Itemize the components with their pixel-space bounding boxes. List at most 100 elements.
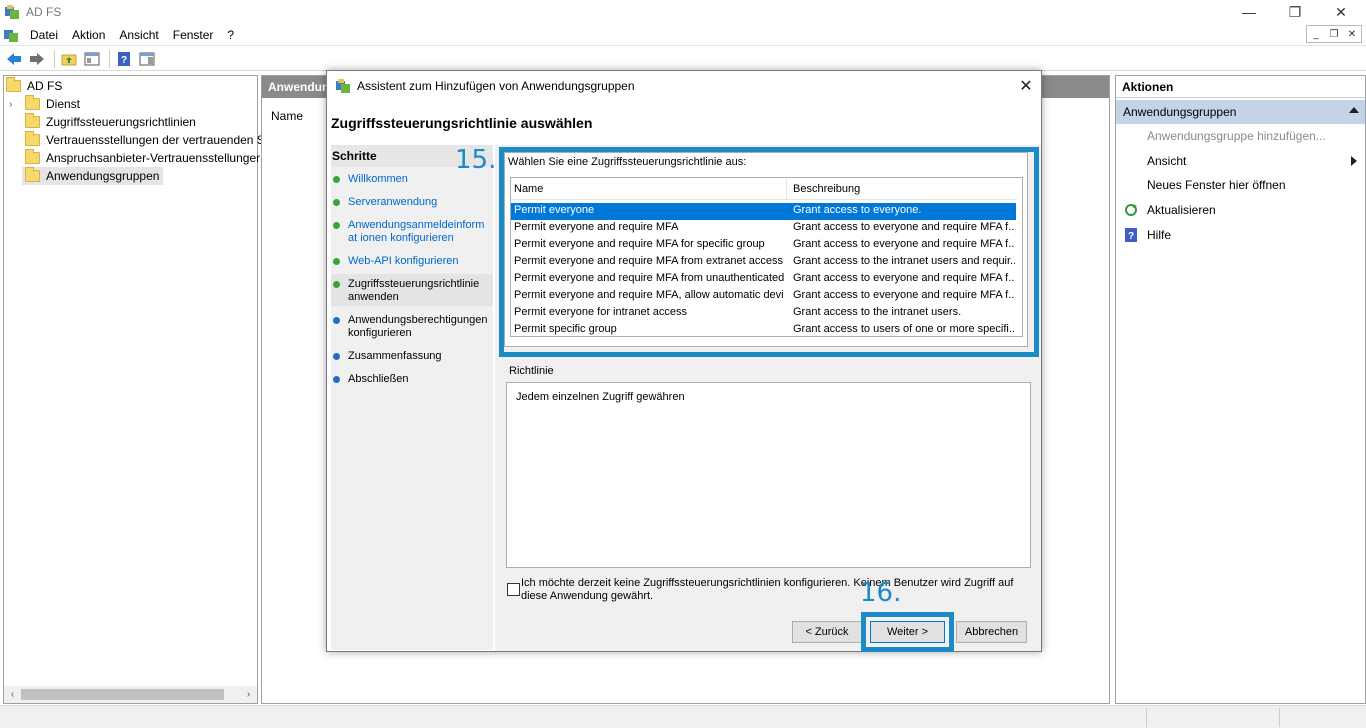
action-ansicht[interactable]: Ansicht — [1116, 150, 1365, 172]
richtlinie-label: Richtlinie — [509, 365, 554, 377]
menu-bar: Datei Aktion Ansicht Fenster ? — [0, 24, 1366, 46]
step-abschliessen: Abschließen — [331, 373, 493, 386]
annotation-step-15: 15. — [455, 145, 497, 175]
policy-list[interactable]: Name Beschreibung Permit everyone Grant … — [510, 177, 1023, 337]
mdi-close-button[interactable]: ✕ — [1343, 26, 1361, 42]
policy-row[interactable]: Permit everyone Grant access to everyone… — [511, 203, 1016, 220]
folder-icon — [25, 167, 40, 182]
richtlinie-text: Jedem einzelnen Zugriff gewähren — [516, 391, 685, 403]
folder-up-icon — [61, 54, 77, 65]
policy-selection-group: Wählen Sie eine Zugriffssteuerungsrichtl… — [504, 152, 1028, 347]
step-current-dot — [333, 281, 340, 288]
mdi-minimize-button[interactable]: _ — [1307, 26, 1325, 42]
chevron-right-icon[interactable]: › — [9, 99, 21, 110]
mmc-console-icon — [4, 29, 18, 42]
actions-pane: Aktionen Anwendungsgruppen Anwendungsgru… — [1115, 75, 1366, 704]
step-done-dot — [333, 176, 340, 183]
tree-item-dienst[interactable]: › Dienst — [9, 95, 80, 113]
annotation-step-16: 16. — [860, 578, 902, 608]
up-level-button[interactable] — [59, 49, 79, 69]
step-anwendungsanmeldeinformationen[interactable]: Anwendungsanmeldeinformat ionen konfigur… — [331, 219, 493, 245]
policy-select-label: Wählen Sie eine Zugriffssteuerungsrichtl… — [508, 156, 747, 168]
scroll-right-icon[interactable]: › — [240, 686, 257, 703]
help-icon: ? — [1125, 228, 1137, 242]
minimize-button[interactable]: — — [1226, 0, 1272, 24]
dialog-close-button[interactable]: ✕ — [1015, 75, 1037, 97]
menu-ansicht[interactable]: Ansicht — [112, 28, 165, 42]
column-header-name[interactable]: Name — [511, 178, 787, 200]
policy-row[interactable]: Permit everyone and require MFA for spec… — [511, 237, 1016, 254]
policy-row[interactable]: Permit everyone for intranet access Gran… — [511, 305, 1016, 322]
status-bar — [0, 705, 1366, 728]
dialog-title: Assistent zum Hinzufügen von Anwendungsg… — [357, 79, 635, 93]
step-serveranwendung[interactable]: Serveranwendung — [331, 196, 493, 209]
action-hilfe[interactable]: ? Hilfe — [1116, 224, 1365, 246]
column-header-beschreibung[interactable]: Beschreibung — [787, 178, 1017, 200]
show-hide-action-pane-button[interactable] — [137, 49, 157, 69]
tree-item-vertrauensstellungen[interactable]: Vertrauensstellungen der vertrauenden S — [25, 131, 265, 149]
actions-header: Aktionen — [1116, 76, 1365, 98]
back-button[interactable] — [4, 49, 24, 69]
no-policy-checkbox[interactable] — [507, 583, 520, 596]
show-hide-tree-button[interactable] — [82, 49, 102, 69]
help-button[interactable]: ? — [114, 49, 134, 69]
policy-row[interactable]: Permit everyone and require MFA from una… — [511, 271, 1016, 288]
title-bar: AD FS — [0, 0, 1366, 24]
tree-horizontal-scrollbar[interactable]: ‹ › — [4, 686, 257, 703]
wizard-icon — [336, 79, 350, 93]
action-new-window[interactable]: Neues Fenster hier öffnen — [1116, 174, 1365, 196]
scroll-left-icon[interactable]: ‹ — [4, 686, 21, 703]
tree-root-adfs[interactable]: AD FS — [6, 77, 62, 95]
step-pending-dot — [333, 376, 340, 383]
policy-row[interactable]: Permit everyone and require MFA, allow a… — [511, 288, 1016, 305]
folder-icon — [25, 95, 40, 110]
close-button[interactable]: ✕ — [1318, 0, 1364, 24]
step-zugriffssteuerungsrichtlinie-current[interactable]: Zugriffssteuerungsrichtlinie anwenden — [331, 274, 493, 306]
forward-button[interactable] — [27, 49, 47, 69]
add-application-group-wizard: Assistent zum Hinzufügen von Anwendungsg… — [326, 70, 1042, 652]
step-web-api[interactable]: Web-API konfigurieren — [331, 255, 493, 268]
restore-button[interactable]: ❐ — [1272, 0, 1318, 24]
dialog-title-bar: Assistent zum Hinzufügen von Anwendungsg… — [327, 71, 1041, 101]
back-arrow-icon — [7, 52, 21, 65]
tree-item-anwendungsgruppen[interactable]: Anwendungsgruppen — [22, 167, 164, 185]
status-divider — [1279, 708, 1280, 727]
menu-datei[interactable]: Datei — [23, 28, 65, 42]
menu-aktion[interactable]: Aktion — [65, 28, 112, 42]
step-anwendungsberechtigungen: Anwendungsberechtigungen konfigurieren — [331, 314, 493, 340]
submenu-arrow-icon — [1351, 156, 1357, 166]
mdi-window-controls: _ ❐ ✕ — [1306, 25, 1362, 43]
name-column-header[interactable]: Name — [271, 109, 303, 123]
step-done-dot — [333, 199, 340, 206]
actions-section-anwendungsgruppen[interactable]: Anwendungsgruppen — [1116, 100, 1365, 124]
svg-text:?: ? — [1128, 231, 1134, 242]
scrollbar-thumb[interactable] — [21, 689, 224, 700]
svg-text:?: ? — [121, 55, 127, 66]
folder-icon — [25, 113, 40, 128]
action-aktualisieren[interactable]: Aktualisieren — [1116, 199, 1365, 221]
tree-item-zugriffssteuerungsrichtlinien[interactable]: Zugriffssteuerungsrichtlinien — [25, 113, 196, 131]
no-policy-checkbox-label[interactable]: Ich möchte derzeit keine Zugriffssteueru… — [521, 577, 1026, 603]
step-pending-dot — [333, 317, 340, 324]
next-wizard-button[interactable]: Weiter > — [870, 621, 945, 643]
cancel-wizard-button[interactable]: Abbrechen — [956, 621, 1027, 643]
wizard-page-heading: Zugriffssteuerungsrichtlinie auswählen — [331, 115, 593, 131]
step-pending-dot — [333, 353, 340, 360]
mdi-restore-button[interactable]: ❐ — [1325, 26, 1343, 42]
policy-row[interactable]: Permit specific group Grant access to us… — [511, 322, 1016, 339]
menu-fenster[interactable]: Fenster — [166, 28, 221, 42]
refresh-icon — [1125, 204, 1137, 216]
richtlinie-preview: Jedem einzelnen Zugriff gewähren — [506, 382, 1031, 568]
folder-icon — [25, 131, 40, 146]
console-tree: AD FS › Dienst Zugriffssteuerungsrichtli… — [3, 75, 265, 704]
policy-row[interactable]: Permit everyone and require MFA from ext… — [511, 254, 1016, 271]
step-zusammenfassung: Zusammenfassung — [331, 350, 493, 363]
forward-arrow-icon — [30, 52, 44, 65]
collapse-up-icon[interactable] — [1349, 107, 1359, 113]
menu-help[interactable]: ? — [220, 28, 241, 42]
tree-item-anspruchsanbieter[interactable]: Anspruchsanbieter-Vertrauensstellunger — [25, 149, 260, 167]
action-add-application-group[interactable]: Anwendungsgruppe hinzufügen... — [1116, 125, 1365, 147]
policy-row[interactable]: Permit everyone and require MFA Grant ac… — [511, 220, 1016, 237]
back-wizard-button[interactable]: < Zurück — [792, 621, 862, 643]
status-divider — [1146, 708, 1147, 727]
